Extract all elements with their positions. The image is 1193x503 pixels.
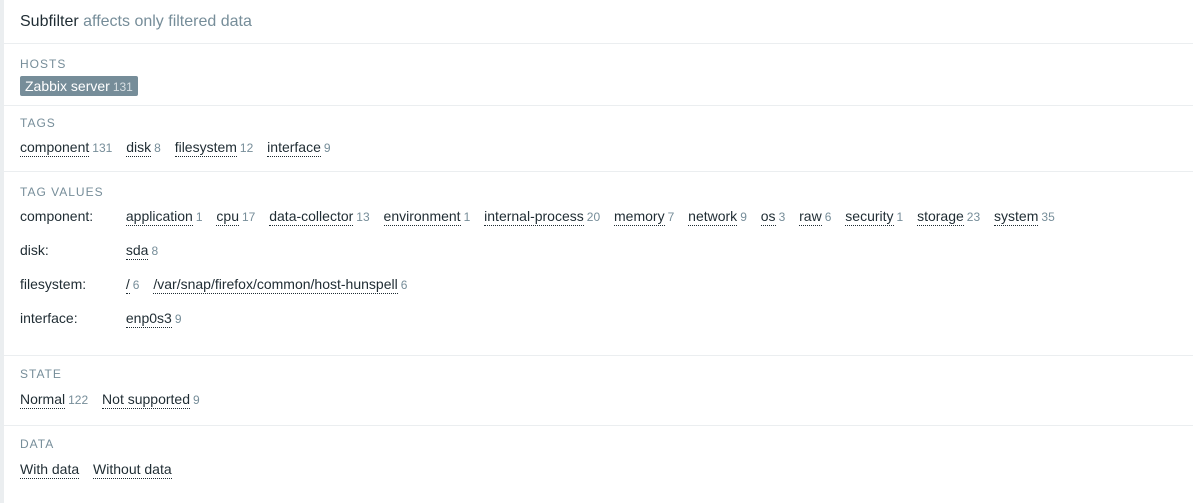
data-filter-without-data[interactable]: Without data — [93, 460, 172, 479]
tag-value-filter[interactable]: sda 8 — [125, 233, 159, 268]
tag-value-name: component: — [20, 208, 94, 224]
tag-value-count: 20 — [586, 210, 601, 224]
subfilter-panel: Subfilter affects only filtered data HOS… — [0, 0, 1193, 503]
tag-value-label[interactable]: internal-process — [484, 208, 584, 226]
tag-value-label[interactable]: enp0s3 — [125, 310, 172, 328]
tag-value-filter[interactable]: system 35 — [994, 199, 1055, 234]
state-title: STATE — [20, 367, 62, 381]
tag-value-filter[interactable]: os 3 — [760, 199, 786, 234]
tag-value-count: 7 — [667, 210, 675, 224]
tag-value-label[interactable]: security — [845, 208, 894, 226]
host-label: Zabbix server — [25, 78, 110, 94]
state-count: 9 — [193, 393, 200, 407]
tag-value-filter[interactable]: application 1 — [125, 199, 203, 234]
tag-label[interactable]: interface — [267, 139, 321, 157]
tag-value-filter[interactable]: network 9 — [688, 199, 747, 234]
subfilter-header: Subfilter affects only filtered data — [4, 0, 1193, 44]
tag-value-filter[interactable]: data-collector 13 — [269, 199, 370, 234]
subfilter-title: Subfilter — [20, 13, 79, 30]
data-label[interactable]: With data — [20, 461, 80, 479]
tag-value-label[interactable]: /var/snap/firefox/common/host-hunspell — [153, 276, 398, 294]
tag-value-filter[interactable]: cpu 17 — [216, 199, 255, 234]
tag-value-count: 6 — [824, 210, 832, 224]
tag-value-label[interactable]: network — [688, 208, 738, 226]
tag-value-filter[interactable]: storage 23 — [917, 199, 980, 234]
state-count: 122 — [68, 393, 89, 407]
tag-value-filter[interactable]: memory 7 — [614, 199, 674, 234]
tag-value-count: 1 — [896, 210, 904, 224]
tag-values-row-filesystem: filesystem: /6 /var/snap/firefox/common/… — [20, 267, 1193, 301]
tag-value-filter[interactable]: enp0s3 9 — [125, 301, 182, 336]
tag-label[interactable]: filesystem — [174, 139, 237, 157]
tag-value-count: 35 — [1041, 210, 1055, 224]
tag-value-filter[interactable]: /6 — [125, 267, 140, 302]
tag-values-row-disk: disk: sda 8 — [20, 233, 1193, 267]
hosts-title: HOSTS — [20, 57, 67, 71]
tag-value-filter[interactable]: raw 6 — [799, 199, 831, 234]
tag-label[interactable]: component — [20, 139, 90, 157]
tag-value-filter[interactable]: internal-process 20 — [484, 199, 600, 234]
tag-value-label[interactable]: os — [760, 208, 776, 226]
data-title: DATA — [20, 437, 55, 451]
tag-filter-filesystem[interactable]: filesystem 12 — [174, 138, 254, 157]
tag-value-count: 9 — [740, 210, 747, 224]
tag-label[interactable]: disk — [126, 139, 152, 157]
tag-value-label[interactable]: system — [994, 208, 1039, 226]
host-filter-zabbix-server[interactable]: Zabbix server 131 — [20, 76, 138, 96]
tag-value-count: 17 — [241, 210, 256, 224]
tag-count: 131 — [92, 141, 113, 155]
state-filter-not-supported[interactable]: Not supported 9 — [102, 390, 200, 409]
tag-value-count: 1 — [463, 210, 471, 224]
hosts-section: HOSTS Zabbix server 131 — [4, 44, 1193, 106]
tag-value-count: 3 — [778, 210, 786, 224]
tag-value-count: 8 — [151, 244, 159, 258]
host-count: 131 — [112, 80, 133, 94]
tag-values-row-component: component: application 1 cpu 17 data-colle… — [20, 199, 1193, 233]
tag-value-label[interactable]: raw — [799, 208, 822, 226]
state-label[interactable]: Normal — [20, 391, 66, 409]
tags-title: TAGS — [20, 116, 56, 130]
tag-value-label[interactable]: cpu — [216, 208, 239, 226]
data-label[interactable]: Without data — [93, 461, 172, 479]
tag-value-label[interactable]: memory — [614, 208, 665, 226]
tag-value-name: interface: — [20, 310, 78, 326]
state-section: STATE Normal 122 Not supported 9 — [4, 356, 1193, 426]
tag-count: 12 — [239, 141, 254, 155]
tag-values-section: TAG VALUES component: application 1 cpu 17… — [4, 172, 1193, 356]
data-section: DATA With data Without data — [4, 426, 1193, 496]
tag-value-filter[interactable]: environment 1 — [383, 199, 471, 234]
tag-value-label[interactable]: application — [125, 208, 193, 226]
subfilter-subtitle: affects only filtered data — [83, 13, 252, 30]
tag-count: 9 — [323, 141, 331, 155]
tag-value-label[interactable]: / — [125, 276, 130, 294]
tag-value-count: 13 — [356, 210, 370, 224]
tag-value-count: 1 — [195, 210, 203, 224]
tag-value-count: 23 — [966, 210, 981, 224]
tag-filter-disk[interactable]: disk 8 — [126, 138, 161, 157]
tag-count: 8 — [154, 141, 161, 155]
tag-value-filter[interactable]: security 1 — [845, 199, 903, 234]
state-label[interactable]: Not supported — [102, 391, 190, 409]
tag-value-count: 6 — [132, 278, 140, 292]
state-filter-normal[interactable]: Normal 122 — [20, 390, 88, 409]
tag-value-count: 9 — [174, 312, 182, 326]
tag-value-label[interactable]: storage — [917, 208, 964, 226]
tag-value-count: 6 — [400, 278, 408, 292]
data-filter-with-data[interactable]: With data — [20, 460, 80, 479]
tag-value-label[interactable]: sda — [125, 242, 149, 260]
tag-value-name: filesystem: — [20, 276, 87, 292]
tag-filter-interface[interactable]: interface 9 — [267, 138, 331, 157]
tags-section: TAGS component 131 disk 8 filesystem 12 int… — [4, 106, 1193, 172]
tag-value-name: disk: — [20, 242, 49, 258]
tag-values-title: TAG VALUES — [20, 185, 104, 199]
tag-value-label[interactable]: data-collector — [269, 208, 354, 226]
tag-value-filter[interactable]: /var/snap/firefox/common/host-hunspell 6 — [153, 267, 407, 302]
tag-value-label[interactable]: environment — [383, 208, 461, 226]
tag-filter-component[interactable]: component 131 — [20, 138, 112, 157]
tag-values-row-interface: interface: enp0s3 9 — [20, 301, 1193, 335]
